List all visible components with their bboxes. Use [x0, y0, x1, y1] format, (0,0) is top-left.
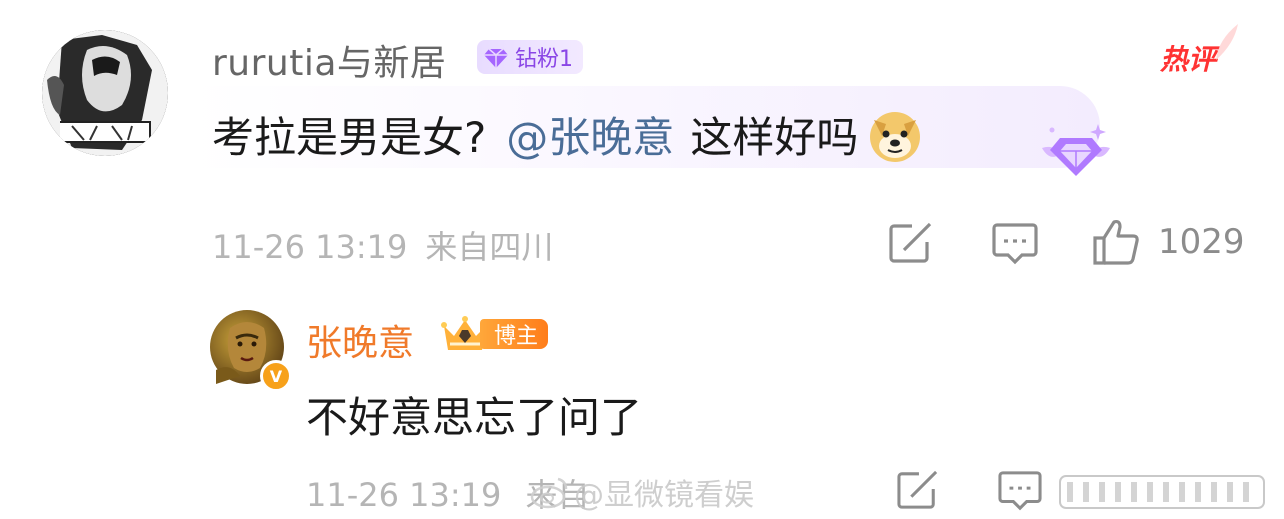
weibo-logo-icon [530, 477, 568, 509]
blogger-badge-label: 博主 [480, 319, 549, 349]
comment-meta: 11-26 13:19 来自四川 [212, 222, 553, 268]
like-count: 1029 [1158, 222, 1245, 262]
watermark: @显微镜看娱 [530, 470, 754, 514]
share-icon [889, 222, 932, 263]
comment-text-after: 这样好吗 [690, 113, 859, 162]
comment-icon [998, 471, 1042, 511]
reply-comment-button[interactable] [998, 470, 1042, 512]
blogger-badge[interactable]: 博主 [440, 314, 549, 354]
timestamp: 11-26 13:19 [212, 228, 408, 266]
watermark-text: @显微镜看娱 [574, 478, 754, 513]
reply-share-button[interactable] [896, 470, 940, 510]
username[interactable]: rurutia与新居 [212, 34, 446, 86]
share-button[interactable] [888, 222, 934, 264]
reply-username[interactable]: 张晚意 [306, 314, 414, 366]
like-button[interactable] [1092, 218, 1140, 266]
hot-comment-tag: 热评 [1160, 24, 1238, 78]
share-icon [897, 470, 938, 509]
reply-text: 不好意思忘了问了 [306, 393, 643, 442]
doge-emoji-icon [870, 111, 921, 162]
reply-like-button[interactable] [1056, 468, 1270, 514]
comment-button[interactable] [992, 222, 1038, 266]
location: 来自四川 [425, 228, 554, 266]
fan-badge-label: 钻粉1 [515, 47, 573, 72]
verified-badge-icon: V [260, 360, 292, 392]
mention-link[interactable]: @张晚意 [506, 104, 674, 165]
comment-text-before: 考拉是男是女? [212, 113, 487, 162]
reply-timestamp: 11-26 13:19 [306, 476, 502, 514]
thumbs-up-icon [1093, 219, 1139, 265]
diamond-fan-emblem-icon [1042, 124, 1110, 176]
comment-text: 考拉是男是女? @张晚意 这样好吗 [212, 104, 924, 165]
avatar[interactable] [42, 30, 168, 156]
comment-thread: rurutia与新居 钻粉1 热评 考拉是男是女? @张晚意 这样好吗 11-2… [0, 0, 1284, 519]
comment-icon [992, 223, 1038, 265]
thumbs-up-icon [1059, 475, 1265, 509]
diamond-icon [484, 48, 508, 68]
fan-level-badge[interactable]: 钻粉1 [477, 40, 583, 74]
feather-icon [1216, 24, 1238, 60]
